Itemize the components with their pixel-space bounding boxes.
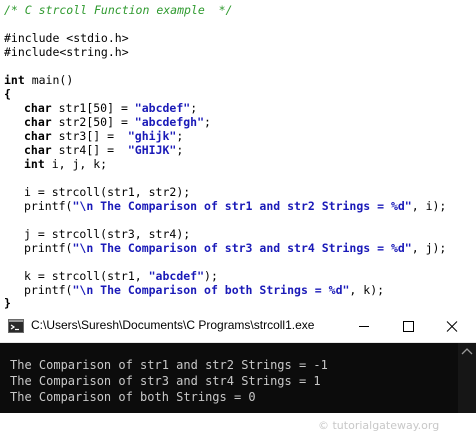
code-decl-str2: char str2[50] = "abcdefgh"; <box>24 115 211 129</box>
code-stmt-j: j = strcoll(str3, str4); <box>24 227 191 241</box>
keyword: int <box>24 157 45 171</box>
code-text: ; <box>190 101 198 115</box>
code-text: i, j, k; <box>44 157 108 171</box>
maximize-button[interactable] <box>386 311 430 342</box>
console-window: C:\Users\Suresh\Documents\C Programs\str… <box>0 311 476 432</box>
console-title: C:\Users\Suresh\Documents\C Programs\str… <box>31 318 315 332</box>
code-printf-2: printf("\n The Comparison of str3 and st… <box>24 241 446 255</box>
code-decl-str3: char str3[] = "ghijk"; <box>24 129 183 143</box>
string-literal: "abcdef" <box>134 101 191 115</box>
code-text: printf( <box>24 241 73 255</box>
code-close-brace: } <box>4 296 11 310</box>
code-text: ); <box>204 269 218 283</box>
minimize-icon <box>359 326 369 327</box>
code-text: str1[50] = <box>51 101 135 115</box>
code-text: str3[] = <box>51 129 128 143</box>
console-output-line: The Comparison of str1 and str2 Strings … <box>10 358 328 372</box>
code-text: , k); <box>349 283 385 297</box>
code-stmt-k: k = strcoll(str1, "abcdef"); <box>24 269 218 283</box>
keyword: char <box>24 129 52 143</box>
console-scrollbar[interactable] <box>458 343 476 413</box>
maximize-icon <box>403 321 414 332</box>
code-decl-str1: char str1[50] = "abcdef"; <box>24 101 197 115</box>
code-decl-str4: char str4[] = "GHIJK"; <box>24 143 183 157</box>
close-icon <box>446 321 458 332</box>
string-literal: "\n The Comparison of both Strings = %d" <box>72 283 350 297</box>
code-text: , i); <box>411 199 447 213</box>
console-output-line: The Comparison of both Strings = 0 <box>10 390 256 404</box>
code-text: , j); <box>411 241 447 255</box>
close-button[interactable] <box>430 311 474 342</box>
code-text: main() <box>24 73 74 87</box>
string-literal: "abcdefgh" <box>134 115 205 129</box>
string-literal: "GHIJK" <box>127 143 177 157</box>
keyword: char <box>24 101 52 115</box>
code-printf-1: printf("\n The Comparison of str1 and st… <box>24 199 446 213</box>
code-main-signature: int main() <box>4 73 73 87</box>
code-decl-ints: int i, j, k; <box>24 157 107 171</box>
code-stmt-i: i = strcoll(str1, str2); <box>24 185 191 199</box>
string-literal: "\n The Comparison of str3 and str4 Stri… <box>72 241 412 255</box>
keyword: int <box>4 73 25 87</box>
code-text: printf( <box>24 199 73 213</box>
console-app-icon <box>8 319 24 333</box>
code-text: ; <box>204 115 211 129</box>
console-output-area: The Comparison of str1 and str2 Strings … <box>0 343 476 432</box>
console-title-bar[interactable]: C:\Users\Suresh\Documents\C Programs\str… <box>0 311 476 343</box>
scroll-up-arrow-icon[interactable] <box>461 347 473 355</box>
code-text: ; <box>176 129 184 143</box>
code-text: str4[] = <box>51 143 128 157</box>
watermark: © tutorialgateway.org <box>318 419 440 432</box>
code-text: k = strcoll(str1, <box>24 269 149 283</box>
string-literal: "ghijk" <box>127 129 177 143</box>
code-text: printf( <box>24 283 73 297</box>
code-open-brace: { <box>4 87 11 101</box>
string-literal: "abcdef" <box>148 269 205 283</box>
keyword: char <box>24 143 52 157</box>
code-editor: /* C strcoll Function example */ #includ… <box>0 0 476 310</box>
code-text: ; <box>176 143 184 157</box>
code-include-stdio: #include <stdio.h> <box>4 31 129 45</box>
string-literal: "\n The Comparison of str1 and str2 Stri… <box>72 199 412 213</box>
keyword: char <box>24 115 52 129</box>
code-include-string: #include<string.h> <box>4 45 129 59</box>
console-output-line: The Comparison of str3 and str4 Strings … <box>10 374 321 388</box>
minimize-button[interactable] <box>342 311 386 342</box>
code-comment: /* C strcoll Function example */ <box>4 3 233 17</box>
code-text: str2[50] = <box>51 115 135 129</box>
code-printf-3: printf("\n The Comparison of both String… <box>24 283 384 297</box>
